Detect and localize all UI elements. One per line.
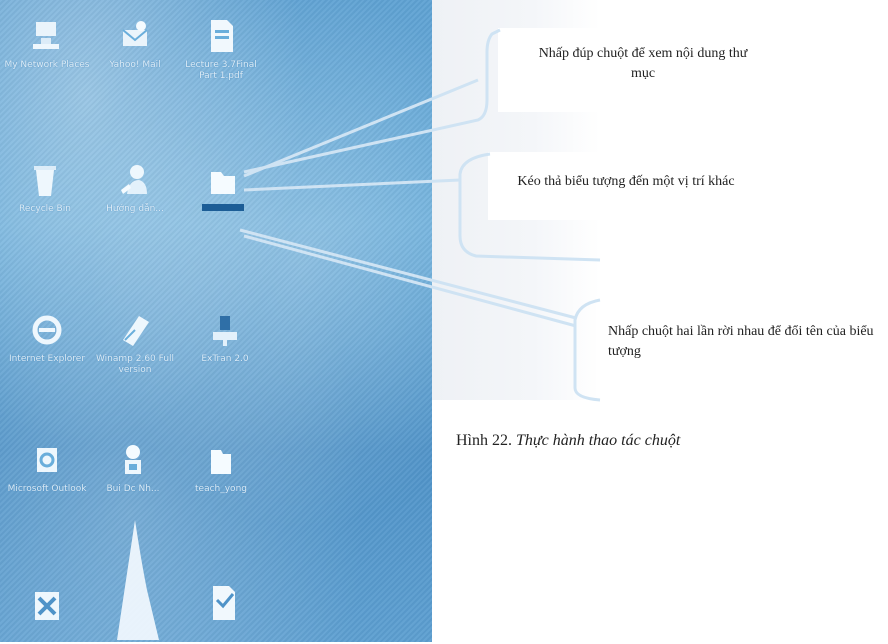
desktop-icon-folder-bottom[interactable]: [92, 520, 182, 644]
desktop-icon-network-places[interactable]: My Network Places: [2, 16, 92, 71]
desktop-icon-app[interactable]: [2, 586, 92, 630]
desktop-icon-help[interactable]: Hướng dẫn...: [90, 160, 180, 215]
app-icon: [27, 586, 67, 626]
annotation-text: Kéo thả biểu tượng đến một vị trí khác: [517, 174, 735, 189]
desktop-icon-extran[interactable]: ExTran 2.0: [180, 310, 270, 365]
document-icon: [203, 582, 243, 622]
user-icon: [113, 440, 153, 480]
icon-label: Internet Explorer: [8, 354, 86, 364]
annotation-text: Nhấp chuột hai lần rời nhau để đổi tên c…: [608, 324, 874, 359]
desktop-icon-teach-folder[interactable]: teach_yong: [176, 440, 266, 495]
annotation-text: Nhấp đúp chuột để xem nội dung thư mục: [538, 46, 748, 81]
icon-label: My Network Places: [4, 60, 90, 70]
desktop-icon-winamp[interactable]: Winamp 2.60 Full version: [90, 310, 180, 376]
folder-icon: [107, 520, 167, 640]
folder-icon: [203, 160, 243, 200]
desktop-icon-folder-selected[interactable]: [178, 160, 268, 215]
caption-title: Thực hành thao tác chuột: [516, 432, 681, 449]
icon-label: Microsoft Outlook: [7, 484, 87, 494]
user-help-icon: [115, 160, 155, 200]
icon-label: Lecture 3.7Final Part 1.pdf: [185, 60, 257, 81]
internet-explorer-icon: [27, 310, 67, 350]
caption-prefix: Hình 22.: [456, 432, 512, 449]
folder-icon: [201, 440, 241, 480]
icon-label: Recycle Bin: [19, 204, 71, 214]
icon-label: Hướng dẫn...: [106, 204, 164, 214]
desktop-icon-pdf-file[interactable]: Lecture 3.7Final Part 1.pdf: [176, 16, 266, 82]
icon-label: Yahoo! Mail: [109, 60, 161, 70]
outlook-icon: [27, 440, 67, 480]
figure: My Network Places Yahoo! Mail Lecture 3.…: [0, 0, 888, 642]
annotation-drag-drop: Kéo thả biểu tượng đến một vị trí khác: [506, 172, 746, 192]
icon-label: Bui Dc Nh...: [106, 484, 160, 494]
icon-label: teach_yong: [195, 484, 247, 494]
pdf-file-icon: [201, 16, 241, 56]
recycle-bin-icon: [25, 160, 65, 200]
icon-label: ExTran 2.0: [201, 354, 249, 364]
winamp-icon: [115, 310, 155, 350]
desktop-icon-recycle-bin[interactable]: Recycle Bin: [0, 160, 90, 215]
desktop-icon-yahoo-mail[interactable]: Yahoo! Mail: [90, 16, 180, 71]
desktop-icon-internet-explorer[interactable]: Internet Explorer: [2, 310, 92, 365]
network-drive-icon: [205, 310, 245, 350]
desktop-icon-document[interactable]: [178, 582, 268, 626]
selected-icon-label[interactable]: [202, 204, 244, 211]
yahoo-mail-icon: [115, 16, 155, 56]
figure-caption: Hình 22. Thực hành thao tác chuột: [456, 432, 876, 450]
network-places-icon: [27, 16, 67, 56]
annotation-rename: Nhấp chuột hai lần rời nhau để đổi tên c…: [608, 322, 880, 362]
desktop-icon-user[interactable]: Bui Dc Nh...: [88, 440, 178, 495]
annotation-double-click: Nhấp đúp chuột để xem nội dung thư mục: [528, 44, 758, 84]
icon-label: Winamp 2.60 Full version: [95, 354, 175, 375]
desktop-icon-outlook[interactable]: Microsoft Outlook: [2, 440, 92, 495]
